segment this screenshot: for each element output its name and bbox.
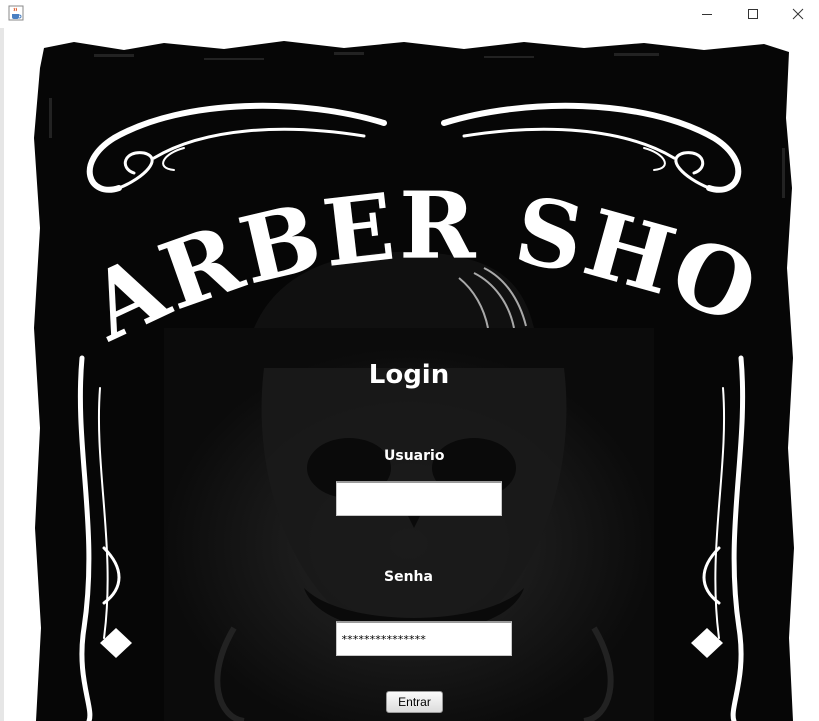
maximize-button[interactable] bbox=[730, 0, 776, 28]
password-input[interactable] bbox=[336, 621, 512, 656]
login-panel: Login Usuario Senha Entrar bbox=[164, 328, 654, 721]
minimize-button[interactable] bbox=[684, 0, 730, 28]
enter-button[interactable]: Entrar bbox=[386, 691, 443, 713]
java-coffee-cup-icon bbox=[8, 5, 24, 21]
login-title: Login bbox=[368, 360, 450, 390]
window-title-bar bbox=[0, 0, 819, 28]
username-input[interactable] bbox=[336, 481, 502, 516]
close-button[interactable] bbox=[775, 0, 819, 28]
username-label: Usuario bbox=[384, 448, 445, 464]
close-icon bbox=[792, 8, 804, 20]
window-client-area: BARBER SHOP bbox=[0, 28, 819, 721]
maximize-icon bbox=[748, 9, 758, 19]
password-label: Senha bbox=[384, 569, 433, 585]
minimize-icon bbox=[702, 14, 712, 15]
